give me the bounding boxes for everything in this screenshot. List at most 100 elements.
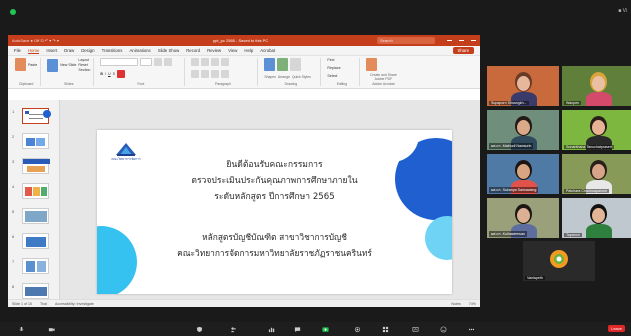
- shapes-button[interactable]: Shapes: [264, 75, 276, 79]
- whiteboard-button[interactable]: [412, 324, 419, 334]
- current-slide[interactable]: คณะวิทยาการจัดการ ยินดีต้อนรับคณะกรรมการ…: [97, 130, 452, 294]
- slide-thumbnail[interactable]: [22, 283, 49, 299]
- arrange-button[interactable]: Arrange: [278, 75, 290, 79]
- line-spacing-icon[interactable]: [221, 58, 230, 66]
- justify-icon[interactable]: [221, 70, 230, 78]
- more-dots-icon: [468, 328, 475, 330]
- paragraph-group: Paragraph: [188, 58, 259, 86]
- notes-button[interactable]: Notes: [451, 302, 460, 306]
- underline-icon[interactable]: U: [108, 72, 111, 76]
- participant-name: ผศ.ดร. Sukanya Sansawang: [489, 187, 539, 193]
- layout-button[interactable]: Layout: [78, 58, 90, 62]
- bullets-icon[interactable]: [191, 58, 200, 66]
- ribbon-tab-view[interactable]: View: [228, 48, 237, 53]
- numbering-icon[interactable]: [201, 58, 210, 66]
- paste-icon[interactable]: [15, 58, 26, 71]
- reset-button[interactable]: Reset: [78, 63, 90, 67]
- leave-meeting-button[interactable]: Leave: [608, 325, 625, 332]
- adobe-pdf-icon[interactable]: [366, 58, 378, 71]
- apps-button[interactable]: [382, 324, 389, 334]
- align-center-icon[interactable]: [201, 70, 210, 78]
- find-button[interactable]: Find: [327, 58, 356, 62]
- ribbon-tab-insert[interactable]: Insert: [46, 48, 57, 53]
- quick-styles-icon[interactable]: [290, 58, 302, 71]
- participant-name: Supaporn Srisangkh...: [489, 101, 529, 105]
- slide-thumbnail[interactable]: [22, 158, 50, 174]
- participant-tile[interactable]: Supaporn Srisangkh...: [487, 66, 559, 106]
- ribbon-tab-draw[interactable]: Draw: [64, 48, 74, 53]
- ribbon-tab-design[interactable]: Design: [81, 48, 94, 53]
- slide-thumbnail[interactable]: [22, 183, 49, 199]
- ribbon-tab-transitions[interactable]: Transitions: [102, 48, 123, 53]
- share-screen-button[interactable]: [322, 324, 329, 334]
- grow-font-icon[interactable]: [154, 58, 163, 66]
- ribbon-tab-help[interactable]: Help: [244, 48, 253, 53]
- shapes-icon[interactable]: [264, 58, 276, 71]
- slide-thumbnail[interactable]: [22, 233, 49, 249]
- accessibility-status[interactable]: Accessibility: Investigate: [55, 302, 94, 306]
- participant-tile[interactable]: Tapanon: [562, 198, 631, 238]
- slide-thumbnail[interactable]: [22, 108, 51, 124]
- participant-tile[interactable]: ผศ.ดร. Kulhaweewan: [487, 198, 559, 238]
- slide-thumbnail[interactable]: [22, 133, 49, 149]
- reactions-button[interactable]: [440, 324, 447, 334]
- font-name-select[interactable]: [100, 58, 139, 66]
- window-controls[interactable]: [447, 40, 476, 41]
- slide-thumb-number: 7: [12, 259, 15, 264]
- indent-icon[interactable]: [211, 58, 220, 66]
- ribbon-tab-acrobat[interactable]: Acrobat: [260, 48, 275, 53]
- ribbon-tab-file[interactable]: File: [14, 48, 21, 53]
- ribbon-tab-animations[interactable]: Animations: [129, 48, 150, 53]
- video-button[interactable]: [48, 324, 55, 334]
- bold-icon[interactable]: B: [100, 72, 103, 76]
- align-left-icon[interactable]: [191, 70, 200, 78]
- italic-icon[interactable]: I: [105, 72, 106, 76]
- ribbon-tab-home[interactable]: Home: [27, 48, 40, 54]
- new-slide-button[interactable]: New Slide: [60, 63, 76, 67]
- quick-access-toolbar[interactable]: AutoSave ● Off ⊡ ↶ ▾ ↷ ▾: [12, 38, 59, 43]
- strikethrough-icon[interactable]: S: [113, 72, 115, 76]
- slide-thumbnail[interactable]: [22, 208, 49, 224]
- view-toggle[interactable]: ■ Vi: [618, 8, 627, 14]
- new-slide-icon[interactable]: [47, 58, 59, 72]
- polls-button[interactable]: [268, 324, 275, 334]
- participant-tile[interactable]: Sunanthana Tanuchatprasert: [562, 110, 631, 150]
- participant-tile[interactable]: Patchara Chaohuapanom: [562, 154, 631, 194]
- mute-button[interactable]: [18, 324, 25, 334]
- security-button[interactable]: [196, 324, 203, 334]
- create-share-pdf-button[interactable]: Create and Share Adobe PDF: [366, 73, 400, 81]
- participant-tile[interactable]: ผศ.ดร. Mathudi Nawsurin: [487, 110, 559, 150]
- ribbon-tab-review[interactable]: Review: [207, 48, 221, 53]
- quick-styles-button[interactable]: Quick Styles: [292, 75, 311, 79]
- share-button[interactable]: Share: [452, 47, 474, 54]
- language-indicator[interactable]: Thai: [40, 302, 47, 306]
- font-color-icon[interactable]: [117, 70, 126, 78]
- font-size-select[interactable]: [140, 58, 153, 66]
- replace-button[interactable]: Replace: [327, 66, 356, 70]
- more-button[interactable]: [468, 324, 475, 334]
- font-label: Font: [137, 82, 145, 86]
- participants-button[interactable]: [230, 324, 237, 334]
- paste-button[interactable]: Paste: [28, 63, 37, 67]
- arrange-icon[interactable]: [277, 58, 289, 71]
- ribbon-tab-record[interactable]: Record: [186, 48, 200, 53]
- participant-video: [592, 208, 605, 223]
- align-right-icon[interactable]: [211, 70, 220, 78]
- record-button[interactable]: [354, 324, 361, 334]
- participant-tile[interactable]: Wanpen: [562, 66, 631, 106]
- chat-button[interactable]: [294, 324, 301, 334]
- slide-thumb-number: 8: [12, 284, 15, 289]
- font-group: BIUS Font: [97, 58, 186, 86]
- ribbon-tab-slide-show[interactable]: Slide Show: [158, 48, 180, 53]
- zoom-level[interactable]: 74%: [469, 302, 476, 306]
- participant-tile[interactable]: Vanlapeth: [523, 241, 595, 281]
- section-button[interactable]: Section: [78, 68, 90, 72]
- slide-thumbnail[interactable]: [22, 258, 49, 274]
- meeting-security-icon[interactable]: [10, 9, 16, 15]
- select-button[interactable]: Select: [327, 74, 356, 78]
- search-box[interactable]: Search: [377, 37, 435, 44]
- participant-name: Vanlapeth: [525, 276, 545, 280]
- shared-screen-powerpoint: AutoSave ● Off ⊡ ↶ ▾ ↷ ▾ ppt_pc 2565 - S…: [8, 35, 480, 307]
- shrink-font-icon[interactable]: [164, 58, 173, 66]
- participant-tile[interactable]: ผศ.ดร. Sukanya Sansawang: [487, 154, 559, 194]
